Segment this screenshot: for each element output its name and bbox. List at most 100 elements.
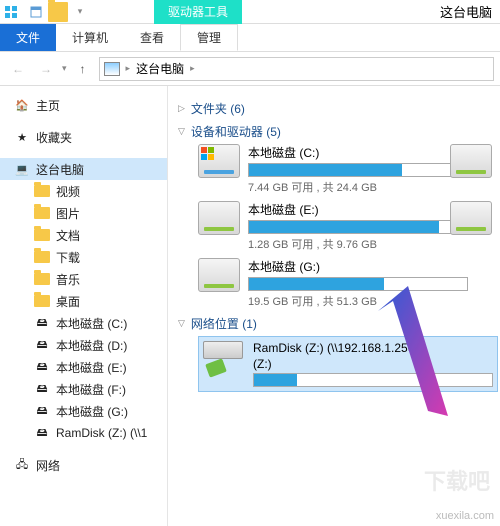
- network-drive-item[interactable]: RamDisk (Z:) (\\192.168.1.250) (Z:): [198, 336, 498, 392]
- sidebar-item-drive-f[interactable]: 🖴 本地磁盘 (F:): [0, 378, 167, 400]
- usage-bar: [253, 373, 493, 387]
- sidebar-item-drive-d[interactable]: 🖴 本地磁盘 (D:): [0, 334, 167, 356]
- qat-customize-icon[interactable]: ▾: [70, 2, 90, 22]
- sidebar-item-label: 下载: [56, 249, 80, 266]
- watermark-logo: 下载吧: [424, 464, 490, 496]
- tab-manage[interactable]: 管理: [180, 24, 238, 51]
- usage-bar: [248, 163, 468, 177]
- sidebar-item-label: 这台电脑: [36, 161, 84, 178]
- quick-access-toolbar: ▾: [22, 2, 94, 22]
- section-drives[interactable]: ▽设备和驱动器 (5): [178, 123, 500, 140]
- content-area: 🏠主页 ★收藏夹 💻这台电脑 视频 图片 文档 下载 音乐 桌面 🖴本地磁盘 (…: [0, 86, 500, 526]
- folder-icon: [34, 295, 50, 307]
- drive-icon: [198, 258, 240, 292]
- sidebar-item-label: 网络: [36, 457, 60, 474]
- sidebar-item-label: 本地磁盘 (D:): [56, 337, 127, 354]
- collapse-icon: ▷: [178, 103, 185, 114]
- sidebar-item-label: 图片: [56, 205, 80, 222]
- sidebar-item-drive-e[interactable]: 🖴 本地磁盘 (E:): [0, 356, 167, 378]
- window-menu-icon[interactable]: [0, 1, 22, 23]
- chevron-right-icon: ▸: [190, 63, 195, 74]
- star-icon: ★: [14, 129, 30, 145]
- sidebar-item-drive-c[interactable]: 🖴 本地磁盘 (C:): [0, 312, 167, 334]
- sidebar-item-drive-g[interactable]: 🖴本地磁盘 (G:): [0, 400, 167, 422]
- drive-icon: [198, 144, 240, 178]
- address-bar[interactable]: ▸ 这台电脑 ▸: [99, 57, 494, 81]
- sidebar-item-label: 主页: [36, 97, 60, 114]
- usage-bar: [248, 277, 468, 291]
- sidebar-item-videos[interactable]: 视频: [0, 180, 167, 202]
- section-label: 设备和驱动器 (5): [191, 123, 281, 140]
- sidebar-item-label: 文档: [56, 227, 80, 244]
- drive-item[interactable]: 本地磁盘 (G:) 19.5 GB 可用 , 共 51.3 GB: [198, 258, 500, 309]
- network-icon: 🖧: [14, 457, 30, 473]
- expand-icon: ▽: [178, 318, 185, 329]
- sidebar-item-label: 音乐: [56, 271, 80, 288]
- drive-name: 本地磁盘 (C:): [248, 144, 468, 161]
- sidebar-item-label: 视频: [56, 183, 80, 200]
- sidebar-item-label: 本地磁盘 (C:): [56, 315, 127, 332]
- network-drive-icon: 🖴: [34, 425, 50, 441]
- sidebar-item-label: 本地磁盘 (F:): [56, 381, 126, 398]
- nav-forward-icon[interactable]: →: [34, 57, 58, 81]
- drive-icon: [198, 201, 240, 235]
- sidebar-item-label: 桌面: [56, 293, 80, 310]
- network-drive-icon: [203, 341, 245, 375]
- folder-icon: [34, 207, 50, 219]
- folder-icon: [34, 251, 50, 263]
- sidebar-item-drive-z[interactable]: 🖴 RamDisk (Z:) (\\1: [0, 422, 167, 444]
- sidebar-item-thispc[interactable]: 💻 这台电脑: [0, 158, 167, 180]
- ribbon-tabs: 文件 计算机 查看 管理: [0, 24, 500, 52]
- pc-icon: 💻: [14, 161, 30, 177]
- folder-icon: [34, 185, 50, 197]
- tab-file[interactable]: 文件: [0, 24, 56, 51]
- nav-up-icon[interactable]: ↑: [71, 57, 95, 81]
- nav-tree: 🏠主页 ★收藏夹 💻这台电脑 视频 图片 文档 下载 音乐 桌面 🖴本地磁盘 (…: [0, 86, 168, 526]
- tab-computer[interactable]: 计算机: [56, 24, 124, 51]
- qat-properties-icon[interactable]: [26, 2, 46, 22]
- sidebar-item-home[interactable]: 🏠 主页: [0, 94, 167, 116]
- nav-back-icon[interactable]: ←: [6, 57, 30, 81]
- home-icon: 🏠: [14, 97, 30, 113]
- drive-stat: 1.28 GB 可用 , 共 9.76 GB: [248, 236, 468, 252]
- nav-bar: ← → ▾ ↑ ▸ 这台电脑 ▸: [0, 52, 500, 86]
- sidebar-item-label: 本地磁盘 (E:): [56, 359, 127, 376]
- drive-icon: 🖴: [34, 337, 50, 353]
- section-label: 网络位置 (1): [191, 315, 257, 332]
- sidebar-item-pictures[interactable]: 图片: [0, 202, 167, 224]
- drive-name: 本地磁盘 (E:): [248, 201, 468, 218]
- drive-item[interactable]: 本地磁盘 (E:) 1.28 GB 可用 , 共 9.76 GB 本30: [198, 201, 500, 252]
- drive-icon: 🖴: [34, 381, 50, 397]
- drive-stat: 7.44 GB 可用 , 共 24.4 GB: [248, 179, 468, 195]
- section-folders[interactable]: ▷ 文件夹 (6): [178, 100, 500, 117]
- title-bar: ▾ 驱动器工具 这台电脑: [0, 0, 500, 24]
- folder-icon: [34, 229, 50, 241]
- drive-item[interactable]: 本地磁盘 (C:) 7.44 GB 可用 , 共 24.4 GB 本10: [198, 144, 500, 195]
- window-title: 这台电脑: [440, 2, 492, 21]
- sidebar-item-desktop[interactable]: 桌面: [0, 290, 167, 312]
- drive-stat: 19.5 GB 可用 , 共 51.3 GB: [248, 293, 468, 309]
- drive-sub: (Z:): [253, 357, 493, 371]
- breadcrumb[interactable]: 这台电脑: [136, 60, 184, 77]
- main-pane: ▷文件夹 (6) ▽设备和驱动器 (5) 本地磁盘 (C:) 7.44 GB 可…: [168, 86, 500, 526]
- drive-icon: 🖴: [34, 315, 50, 331]
- sidebar-item-documents[interactable]: 文档: [0, 224, 167, 246]
- drive-icon: 🖴: [34, 359, 50, 375]
- drive-icon: 🖴: [34, 403, 50, 419]
- drive-icon: [450, 144, 492, 178]
- sidebar-item-music[interactable]: 音乐: [0, 268, 167, 290]
- folder-icon: [34, 273, 50, 285]
- section-network[interactable]: ▽ 网络位置 (1): [178, 315, 500, 332]
- sidebar-item-favorites[interactable]: ★ 收藏夹: [0, 126, 167, 148]
- ribbon-context-tab[interactable]: 驱动器工具: [154, 0, 242, 24]
- tab-view[interactable]: 查看: [124, 24, 180, 51]
- pc-icon: [104, 62, 120, 76]
- sidebar-item-network[interactable]: 🖧 网络: [0, 454, 167, 476]
- nav-history-icon[interactable]: ▾: [62, 63, 67, 74]
- sidebar-item-label: 收藏夹: [36, 129, 72, 146]
- section-label: 文件夹 (6): [191, 100, 245, 117]
- sidebar-item-downloads[interactable]: 下载: [0, 246, 167, 268]
- sidebar-item-label: RamDisk (Z:) (\\1: [56, 426, 147, 440]
- qat-newfolder-icon[interactable]: [48, 2, 68, 22]
- drive-name: 本地磁盘 (G:): [248, 258, 468, 275]
